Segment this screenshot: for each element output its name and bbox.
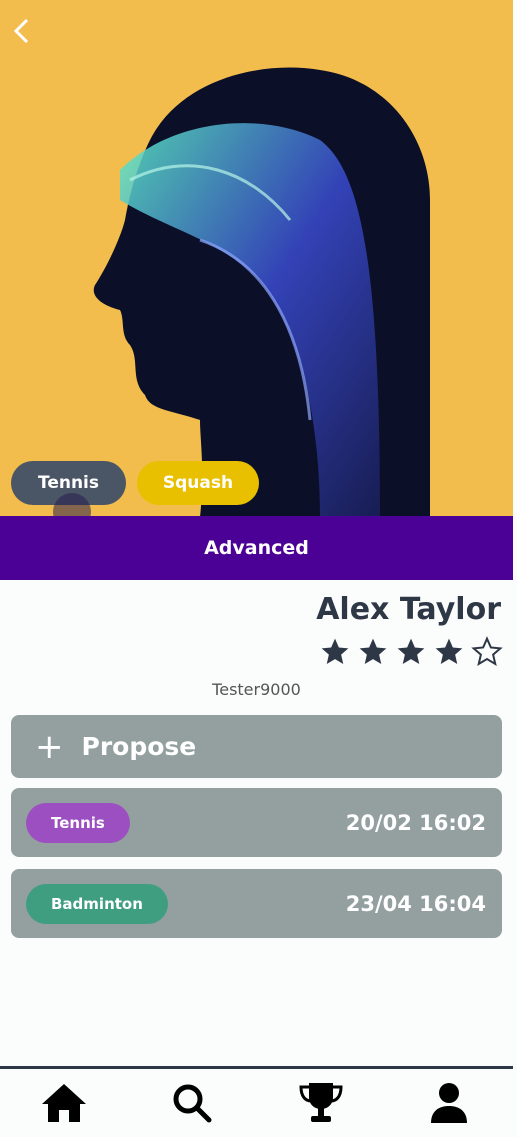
- sport-label: Squash: [162, 473, 234, 493]
- match-item[interactable]: Tennis 20/02 16:02: [11, 788, 502, 857]
- home-icon: [42, 1084, 87, 1122]
- propose-label: Propose: [81, 732, 197, 761]
- propose-button[interactable]: + Propose: [11, 715, 502, 778]
- star-filled-icon: [435, 638, 463, 664]
- nav-search[interactable]: [167, 1078, 217, 1128]
- star-filled-icon: [397, 638, 425, 664]
- trophy-icon: [299, 1083, 343, 1122]
- nav-profile[interactable]: [424, 1078, 474, 1128]
- rating-stars: [319, 636, 503, 668]
- star-filled-icon: [359, 638, 387, 664]
- match-item[interactable]: Badminton 23/04 16:04: [11, 869, 502, 938]
- back-button[interactable]: [8, 14, 34, 48]
- nav-leaderboard[interactable]: [296, 1078, 346, 1128]
- match-datetime: 20/02 16:02: [345, 810, 486, 835]
- profile-name: Alex Taylor: [316, 592, 501, 627]
- match-sport-tag: Badminton: [26, 883, 168, 924]
- star-filled-icon: [321, 638, 349, 664]
- sport-pill-squash: Squash: [137, 461, 259, 505]
- profile-artwork: [93, 67, 430, 517]
- match-datetime: 23/04 16:04: [345, 891, 486, 916]
- level-label: Advanced: [204, 537, 309, 559]
- star-empty-icon: [471, 636, 503, 667]
- bottom-nav: [0, 1066, 513, 1137]
- profile-icon: [430, 1083, 467, 1123]
- username: Tester9000: [212, 680, 301, 699]
- level-banner: Advanced: [0, 516, 513, 580]
- profile-image: [0, 0, 513, 517]
- sport-label: Tennis: [37, 473, 100, 493]
- search-icon: [173, 1084, 212, 1123]
- plus-icon: +: [35, 726, 64, 767]
- match-sport-tag: Tennis: [26, 802, 130, 843]
- nav-home[interactable]: [39, 1078, 89, 1128]
